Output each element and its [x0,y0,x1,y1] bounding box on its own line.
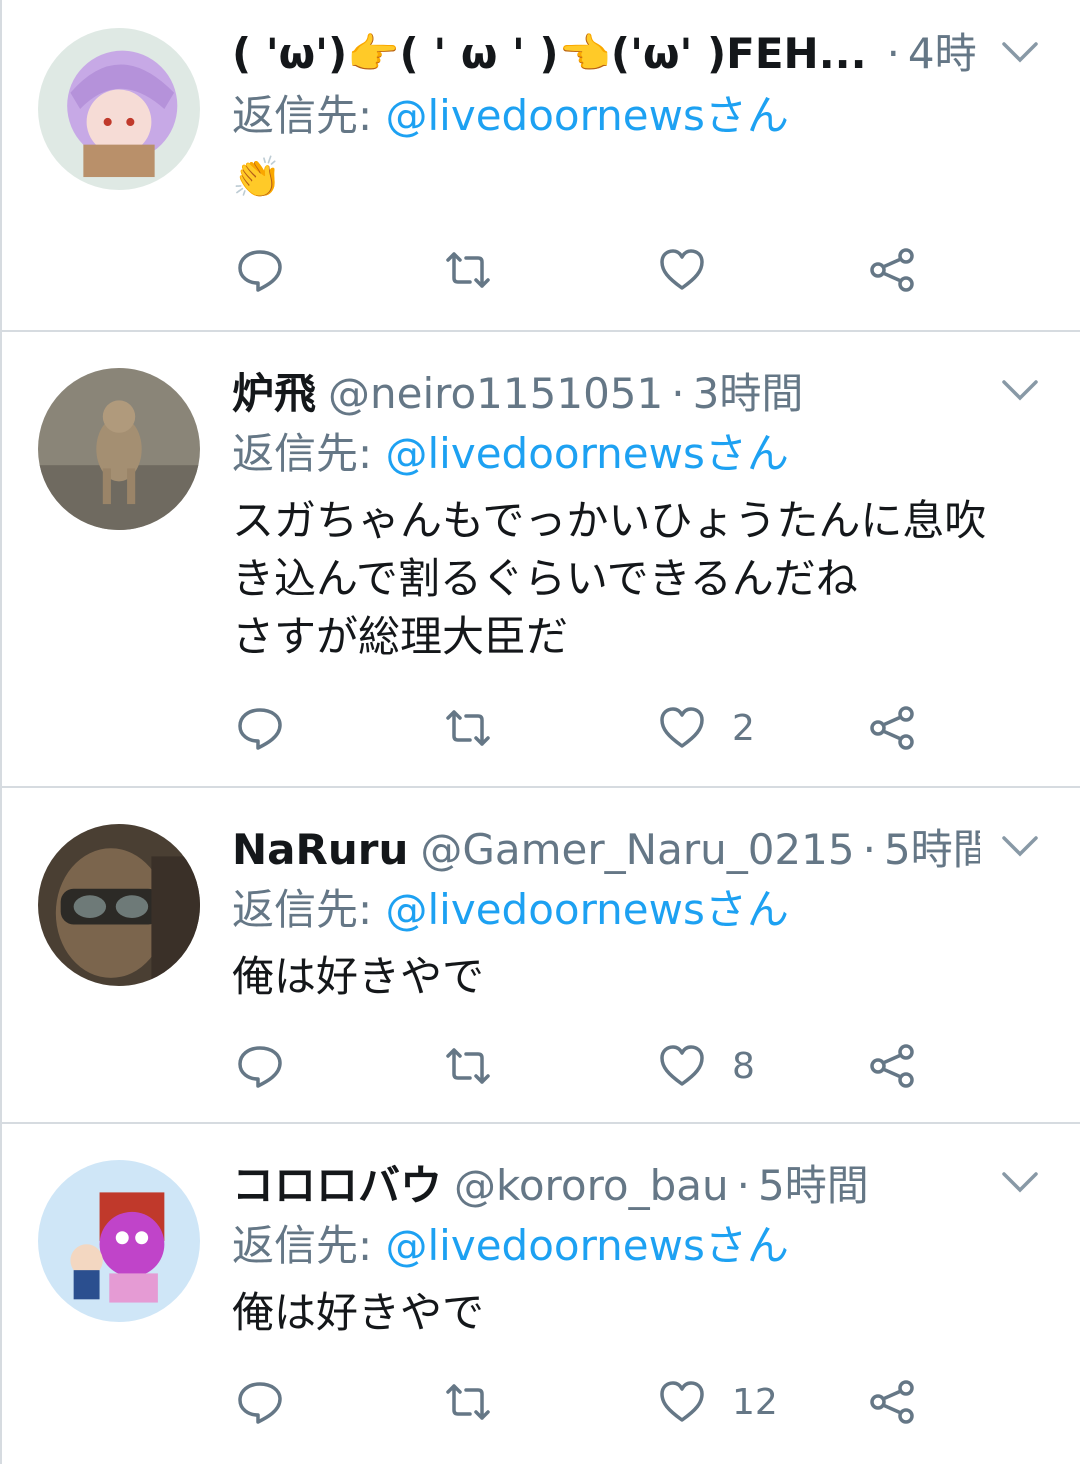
chevron-down-icon[interactable] [1000,40,1040,66]
display-name[interactable]: コロロバウ [232,1158,442,1214]
timestamp[interactable]: 4時間 [908,26,980,82]
tweet[interactable]: NaRuru @Gamer_Naru_0215 · 5時間 返信先: @live… [2,788,1080,1124]
tweet-text: スガちゃんもでっかいひょうたんに息吹 き込んで割るぐらいできるんだね さすが総理… [232,496,987,661]
share-button[interactable] [868,698,942,758]
avatar[interactable] [38,1160,200,1322]
retweet-arrows-icon [446,252,490,288]
tweet[interactable]: コロロバウ @kororo_bau · 5時間 返信先: @livedoorne… [2,1124,1080,1464]
like-button[interactable]: 12 [658,1372,778,1432]
tweet-header: ( 'ω')👉( ' ω ' )👈('ω' )FEH... · 4時間 [232,26,980,82]
action-bar [2,240,1080,300]
retweet-button[interactable] [444,698,518,758]
retweet-button[interactable] [444,240,518,300]
heart-icon [660,707,704,748]
action-bar: 2 [2,698,1080,758]
avatar[interactable] [38,368,200,530]
comment-bubble-icon [238,708,282,750]
avatar[interactable] [38,824,200,986]
user-handle[interactable]: @neiro1151051 [328,366,663,422]
retweet-arrows-icon [446,1384,490,1420]
tweet-text: 俺は好きやで [232,952,485,1001]
comment-bubble-icon [238,1382,282,1424]
display-name[interactable]: NaRuru [232,822,408,878]
heart-icon [660,1045,704,1086]
reply-to-mention[interactable]: @livedoornewsさん [386,91,789,140]
tweet-header: コロロバウ @kororo_bau · 5時間 [232,1158,980,1214]
user-handle[interactable]: @Gamer_Naru_0215 [420,822,854,878]
retweet-arrows-icon [446,1048,490,1084]
share-nodes-icon [870,706,914,750]
reply-to-line: 返信先: @livedoornewsさん [232,426,789,482]
share-nodes-icon [870,1044,914,1088]
reply-to-label: 返信先: [232,429,386,478]
tweet-header: 炉飛 @neiro1151051 · 3時間 [232,366,980,422]
user-handle[interactable]: @kororo_bau [454,1158,729,1214]
retweet-button[interactable] [444,1036,518,1096]
reply-button[interactable] [236,1372,310,1432]
avatar[interactable] [38,28,200,190]
retweet-button[interactable] [444,1372,518,1432]
tweet-text: 👏 [232,155,282,201]
like-count: 12 [732,1381,778,1423]
separator-dot: · [886,29,900,78]
share-button[interactable] [868,240,942,300]
tweet-feed: ( 'ω')👉( ' ω ' )👈('ω' )FEH... · 4時間 返信先:… [0,0,1080,1464]
reply-to-label: 返信先: [232,885,386,934]
share-button[interactable] [868,1036,942,1096]
share-button[interactable] [868,1372,942,1432]
reply-button[interactable] [236,698,310,758]
tweet[interactable]: ( 'ω')👉( ' ω ' )👈('ω' )FEH... · 4時間 返信先:… [2,0,1080,332]
tweet[interactable]: 炉飛 @neiro1151051 · 3時間 返信先: @livedoornew… [2,332,1080,788]
like-button[interactable]: 2 [658,698,755,758]
like-button[interactable]: 8 [658,1036,755,1096]
like-button[interactable] [658,240,732,300]
separator-dot: · [671,369,685,418]
action-bar: 8 [2,1036,1080,1096]
tweet-text: 俺は好きやで [232,1288,485,1337]
separator-dot: · [862,825,876,874]
heart-icon [660,1381,704,1422]
comment-bubble-icon [238,250,282,292]
action-bar: 12 [2,1372,1080,1432]
like-count: 2 [732,707,755,749]
chevron-down-icon[interactable] [1000,834,1040,860]
reply-to-mention[interactable]: @livedoornewsさん [386,429,789,478]
timestamp[interactable]: 3時間 [693,366,804,422]
comment-bubble-icon [238,1046,282,1088]
timestamp[interactable]: 5時間 [758,1158,869,1214]
timestamp[interactable]: 5時間 [884,822,980,878]
chevron-down-icon[interactable] [1000,1170,1040,1196]
separator-dot: · [736,1161,750,1210]
reply-button[interactable] [236,1036,310,1096]
reply-to-label: 返信先: [232,91,386,140]
reply-to-line: 返信先: @livedoornewsさん [232,1218,789,1274]
reply-to-label: 返信先: [232,1221,386,1270]
retweet-arrows-icon [446,710,490,746]
reply-to-mention[interactable]: @livedoornewsさん [386,1221,789,1270]
display-name[interactable]: 炉飛 [232,366,316,422]
display-name[interactable]: ( 'ω')👉( ' ω ' )👈('ω' )FEH... [232,26,867,82]
reply-to-line: 返信先: @livedoornewsさん [232,882,789,938]
like-count: 8 [732,1045,755,1087]
chevron-down-icon[interactable] [1000,378,1040,404]
reply-to-mention[interactable]: @livedoornewsさん [386,885,789,934]
reply-to-line: 返信先: @livedoornewsさん [232,88,789,144]
share-nodes-icon [870,248,914,292]
tweet-header: NaRuru @Gamer_Naru_0215 · 5時間 [232,822,980,878]
heart-icon [660,249,704,290]
reply-button[interactable] [236,240,310,300]
share-nodes-icon [870,1380,914,1424]
